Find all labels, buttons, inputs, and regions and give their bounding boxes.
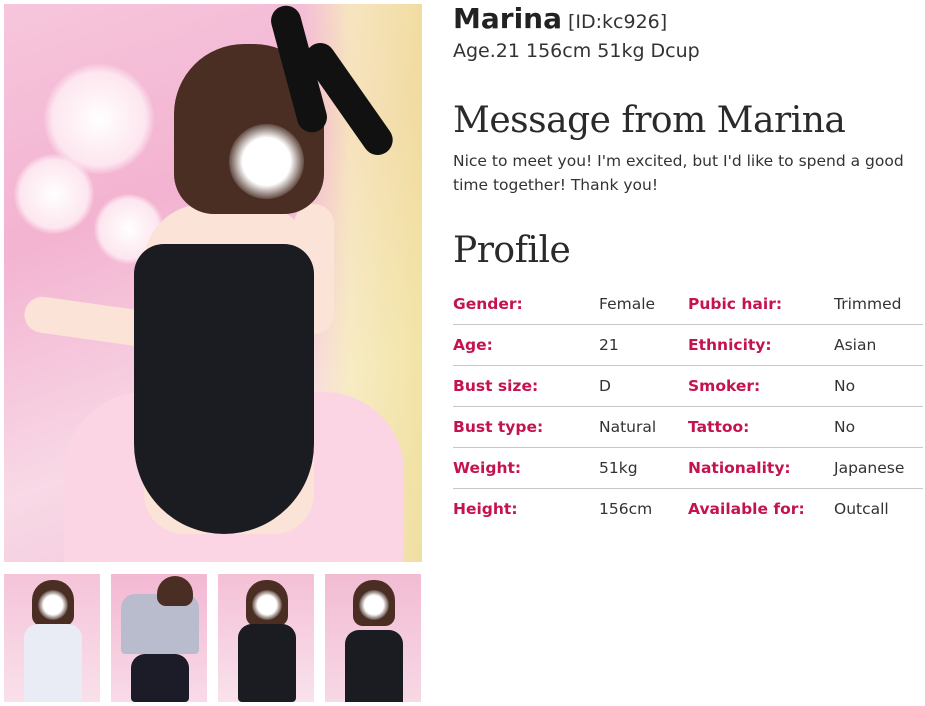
face-blur-overlay xyxy=(359,590,389,620)
table-row: Height: 156cm Available for: Outcall xyxy=(453,489,923,530)
profile-label: Gender: xyxy=(453,284,599,325)
thumbnail-2[interactable] xyxy=(111,574,207,702)
profile-value: Female xyxy=(599,284,688,325)
profile-value: Natural xyxy=(599,406,688,448)
profile-table: Gender: Female Pubic hair: Trimmed Age: … xyxy=(453,284,923,529)
thumbnail-3[interactable] xyxy=(218,574,314,702)
profile-value: 51kg xyxy=(599,447,688,489)
profile-value: Japanese xyxy=(834,447,923,489)
profile-label: Bust type: xyxy=(453,406,599,448)
profile-value: D xyxy=(599,365,688,407)
table-row: Bust type: Natural Tattoo: No xyxy=(453,406,923,448)
profile-label: Height: xyxy=(453,500,518,518)
profile-label: Ethnicity: xyxy=(688,324,834,366)
profile-name-line: Marina [ID:kc926] xyxy=(453,2,667,35)
profile-label: Bust size: xyxy=(453,365,599,407)
table-row: Weight: 51kg Nationality: Japanese xyxy=(453,447,923,489)
profile-value: Trimmed xyxy=(834,284,923,325)
profile-value: Outcall xyxy=(834,500,889,518)
thumb-hair xyxy=(157,576,193,606)
profile-stats: Age.21 156cm 51kg Dcup xyxy=(453,40,700,62)
profile-id: [ID:kc926] xyxy=(568,11,668,33)
profile-label: Pubic hair: xyxy=(688,284,834,325)
thumbnail-1[interactable] xyxy=(4,574,100,702)
thumb-outfit xyxy=(24,624,82,702)
profile-value: No xyxy=(834,365,923,407)
profile-label: Nationality: xyxy=(688,447,834,489)
thumb-outfit xyxy=(238,624,296,702)
face-blur-overlay xyxy=(38,590,68,620)
profile-value: 156cm xyxy=(599,500,653,518)
message-heading: Message from Marina xyxy=(453,100,846,141)
profile-name: Marina xyxy=(453,2,562,35)
message-text: Nice to meet you! I'm excited, but I'd l… xyxy=(453,152,904,194)
profile-value: No xyxy=(834,406,923,448)
table-row: Gender: Female Pubic hair: Trimmed xyxy=(453,284,923,325)
profile-heading: Profile xyxy=(453,230,571,271)
face-blur-overlay xyxy=(252,590,282,620)
face-blur-overlay xyxy=(229,124,304,199)
profile-label: Smoker: xyxy=(688,365,834,407)
thumbnail-4[interactable] xyxy=(325,574,421,702)
background-flower xyxy=(14,154,94,234)
profile-label: Age: xyxy=(453,324,599,366)
table-row: Bust size: D Smoker: No xyxy=(453,365,923,407)
table-row: Age: 21 Ethnicity: Asian xyxy=(453,324,923,366)
main-profile-photo[interactable] xyxy=(4,4,422,562)
thumbnail-gallery xyxy=(4,574,422,702)
profile-label: Tattoo: xyxy=(688,406,834,448)
thumb-outfit xyxy=(131,654,189,702)
profile-label: Weight: xyxy=(453,447,599,489)
profile-value: Asian xyxy=(834,324,923,366)
profile-value: 21 xyxy=(599,324,688,366)
thumb-outfit xyxy=(345,630,403,702)
figure-outfit xyxy=(134,244,314,534)
profile-label: Available for: xyxy=(688,500,805,518)
